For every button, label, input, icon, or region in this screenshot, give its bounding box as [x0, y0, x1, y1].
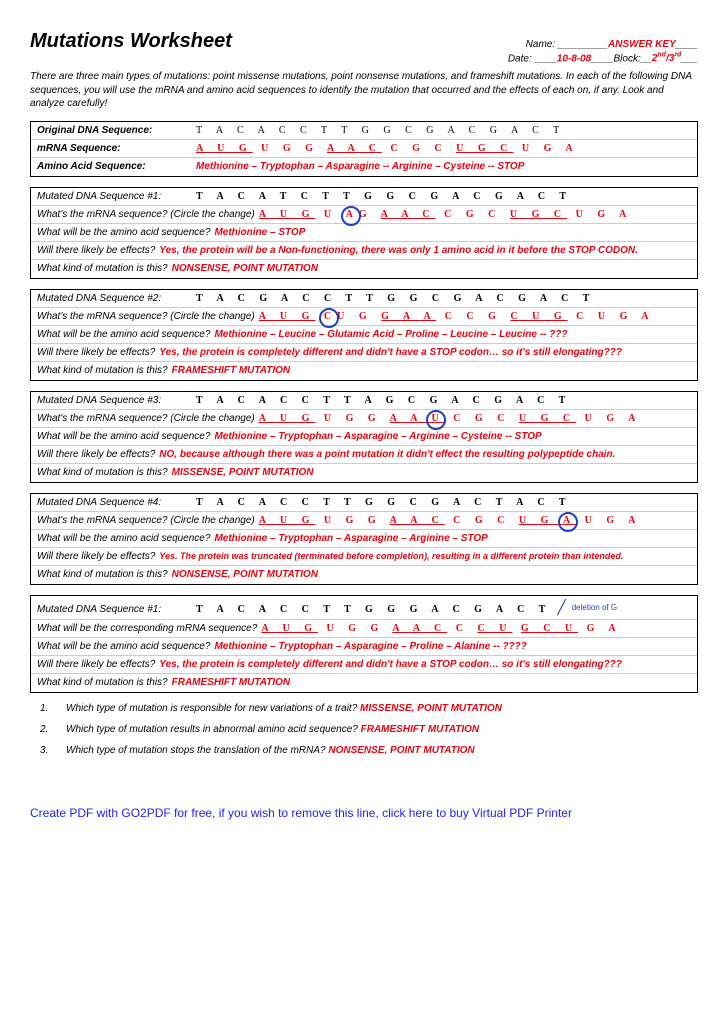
mut2-aa: Methionine – Leucine – Glutamic Acid – P…: [214, 329, 567, 340]
mut1-dna-label: Mutated DNA Sequence #1:: [37, 191, 192, 202]
mut1-kind: NONSENSE, POINT MUTATION: [172, 263, 318, 274]
mut1-aa-q: What will be the amino acid sequence?: [37, 227, 210, 238]
mut1-dna: T A C A T C T T G G C G A C G A C T: [196, 191, 572, 202]
mut3-kind-q: What kind of mutation is this?: [37, 467, 168, 478]
mut1-eff: Yes, the protein will be a Non-functioni…: [159, 245, 638, 256]
mutation-box-1: Mutated DNA Sequence #1: T A C A T C T T…: [30, 187, 698, 279]
original-mrna-label: mRNA Sequence:: [37, 143, 192, 154]
original-mrna: A U G U G G A A C C G C U G C U G A: [196, 143, 579, 154]
name-value: ANSWER KEY: [608, 39, 676, 50]
mut5-aa-q: What will be the amino acid sequence?: [37, 641, 210, 652]
mut3-dna: T A C A C C T T A G C G A C G A C T: [196, 395, 571, 406]
mut4-mrna: A U G U G G A A C C G C U G A U G A: [259, 515, 642, 526]
mutation-box-2: Mutated DNA Sequence #2: T A C G A C C T…: [30, 289, 698, 381]
mut5-kind-q: What kind of mutation is this?: [37, 677, 168, 688]
question-2: 2. Which type of mutation results in abn…: [40, 724, 698, 735]
mut2-kind: FRAMESHIFT MUTATION: [172, 365, 291, 376]
mut2-mrna-q: What's the mRNA sequence? (Circle the ch…: [37, 311, 255, 322]
pdf-footer-link[interactable]: Create PDF with GO2PDF for free, if you …: [30, 806, 698, 820]
mutation-box-4: Mutated DNA Sequence #4: T A C A C C T T…: [30, 493, 698, 585]
original-box: Original DNA Sequence: T A C A C C T T G…: [30, 121, 698, 177]
mut4-eff-q: Will there likely be effects?: [37, 551, 155, 562]
header: Mutations Worksheet Name: _________ANSWE…: [30, 30, 698, 66]
original-aa: Methionine – Tryptophan – Asparagine -- …: [196, 161, 524, 172]
mut1-kind-q: What kind of mutation is this?: [37, 263, 168, 274]
mut4-mrna-q: What's the mRNA sequence? (Circle the ch…: [37, 515, 255, 526]
mut3-aa: Methionine – Tryptophan – Asparagine – A…: [214, 431, 541, 442]
mut2-kind-q: What kind of mutation is this?: [37, 365, 168, 376]
mut1-aa: Methionine – STOP: [214, 227, 305, 238]
block-label: Block:: [613, 53, 640, 64]
mutation-box-5: Mutated DNA Sequence #1: T A C A C C T T…: [30, 595, 698, 693]
mut3-eff-q: Will there likely be effects?: [37, 449, 155, 460]
mut4-dna: T A C A C C T T G G C G A C T A C T: [196, 497, 572, 508]
mut4-aa: Methionine – Tryptophan – Asparagine – A…: [214, 533, 487, 544]
mut3-mrna: A U G U G G A A U C G C U G C U G A: [259, 413, 642, 424]
intro-text: There are three main types of mutations:…: [30, 70, 698, 111]
arrow-icon: ╱: [557, 599, 565, 616]
original-aa-label: Amino Acid Sequence:: [37, 161, 192, 172]
question-list: 1. Which type of mutation is responsible…: [30, 703, 698, 756]
mut3-aa-q: What will be the amino acid sequence?: [37, 431, 210, 442]
mut3-dna-label: Mutated DNA Sequence #3:: [37, 395, 192, 406]
mutation-box-3: Mutated DNA Sequence #3: T A C A C C T T…: [30, 391, 698, 483]
original-dna: T A C A C C T T G G C G A C G A C T: [196, 125, 565, 136]
mut4-kind: NONSENSE, POINT MUTATION: [172, 569, 318, 580]
mut3-eff: NO, because although there was a point m…: [159, 449, 615, 460]
mut5-aa: Methionine – Tryptophan – Asparagine – P…: [214, 641, 526, 652]
mut4-eff: Yes. The protein was truncated (terminat…: [159, 551, 623, 561]
block-value: 2nd/3rd: [652, 53, 681, 64]
name-label: Name:: [526, 39, 555, 50]
page-title: Mutations Worksheet: [30, 30, 232, 53]
mut2-mrna: A U G CU G G A A C C G C U G C U G A: [259, 311, 655, 322]
question-1: 1. Which type of mutation is responsible…: [40, 703, 698, 714]
mut1-mrna: A U G U AG A A C C G C U G C U G A: [259, 209, 633, 220]
mut5-eff: Yes, the protein is completely different…: [159, 659, 622, 670]
mut5-mrna: A U G U G G A A C C C U G C U G A: [261, 623, 621, 634]
mut5-dna-label: Mutated DNA Sequence #1:: [37, 604, 192, 615]
mut1-eff-q: Will there likely be effects?: [37, 245, 155, 256]
mut2-dna: T A C G A C C T T G G C G A C G A C T: [196, 293, 595, 304]
date-label: Date:: [508, 53, 532, 64]
deletion-annotation: deletion of G: [572, 603, 617, 612]
date-value: 10-8-08: [557, 53, 591, 64]
mut5-eff-q: Will there likely be effects?: [37, 659, 155, 670]
mut2-aa-q: What will be the amino acid sequence?: [37, 329, 210, 340]
mut2-dna-label: Mutated DNA Sequence #2:: [37, 293, 192, 304]
mut5-kind: FRAMESHIFT MUTATION: [172, 677, 291, 688]
mut4-aa-q: What will be the amino acid sequence?: [37, 533, 210, 544]
mut3-mrna-q: What's the mRNA sequence? (Circle the ch…: [37, 413, 255, 424]
original-dna-label: Original DNA Sequence:: [37, 125, 192, 136]
meta-block: Name: _________ANSWER KEY____ Date: ____…: [508, 39, 698, 66]
mut4-dna-label: Mutated DNA Sequence #4:: [37, 497, 192, 508]
mut1-mrna-q: What's the mRNA sequence? (Circle the ch…: [37, 209, 255, 220]
question-3: 3. Which type of mutation stops the tran…: [40, 745, 698, 756]
mut2-eff-q: Will there likely be effects?: [37, 347, 155, 358]
mut5-mrna-q: What will be the corresponding mRNA sequ…: [37, 623, 257, 634]
mut3-kind: MISSENSE, POINT MUTATION: [172, 467, 314, 478]
mut4-kind-q: What kind of mutation is this?: [37, 569, 168, 580]
mut5-dna: T A C A C C T T G G G A C G A C T: [196, 604, 551, 615]
mut2-eff: Yes, the protein is completely different…: [159, 347, 622, 358]
